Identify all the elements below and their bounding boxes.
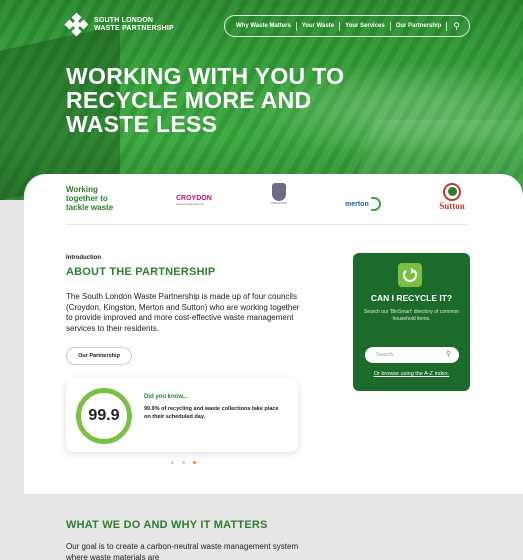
kingston-crest-icon: [272, 183, 286, 201]
merton-arc-icon: [370, 197, 381, 211]
did-you-know-title: Did you know...: [144, 394, 188, 400]
carousel-dot[interactable]: [171, 461, 174, 464]
recycle-icon: [398, 263, 422, 287]
did-you-know-text: 99.9% of recycling and waste collections…: [144, 406, 279, 420]
main-nav: Why Waste Matters Your Waste Your Servic…: [224, 15, 470, 37]
hero-banner: SOUTH LONDON WASTE PARTNERSHIP Why Waste…: [0, 0, 523, 200]
about-title: ABOUT THE PARTNERSHIP: [66, 266, 216, 278]
search-icon[interactable]: ⚲: [447, 21, 460, 32]
section-title: WHAT WE DO AND WHY IT MATTERS: [66, 519, 268, 531]
az-index-link[interactable]: Or browse using the A-Z index.: [353, 371, 470, 377]
site-logo[interactable]: SOUTH LONDON WASTE PARTNERSHIP: [64, 12, 174, 37]
stat-ring: 99.9: [76, 388, 132, 444]
nav-your-services[interactable]: Your Services: [340, 21, 391, 31]
recycle-search-box: CAN I RECYCLE IT? Search our 'BinSmart' …: [353, 253, 470, 391]
croydon-logo[interactable]: CROYDON www.croydon.gov.uk: [176, 195, 212, 206]
carousel-dot-active[interactable]: [193, 461, 196, 464]
stat-value: 99.9: [88, 407, 120, 424]
did-you-know-card: 99.9 Did you know... 99.9% of recycling …: [66, 378, 298, 452]
sutton-tree-icon: [443, 183, 461, 201]
partner-logos: Working together to tackle waste CROYDON…: [66, 183, 476, 223]
hero-title: WORKING WITH YOU TO RECYCLE MORE AND WAS…: [66, 63, 345, 137]
nav-why-waste-matters[interactable]: Why Waste Matters: [231, 21, 297, 31]
nav-our-partnership[interactable]: Our Partnership: [391, 21, 448, 31]
search-icon[interactable]: ⚲: [446, 347, 451, 363]
intro-label: Introduction: [66, 255, 101, 261]
logo-text: SOUTH LONDON WASTE PARTNERSHIP: [94, 17, 174, 32]
section-body: Our goal is to create a carbon-neutral w…: [66, 542, 299, 560]
merton-logo[interactable]: merton: [345, 197, 381, 211]
recycle-search-input[interactable]: Search ⚲: [365, 347, 459, 363]
logo-diamonds-icon: [64, 12, 89, 37]
recycle-title: CAN I RECYCLE IT?: [370, 293, 453, 303]
divider: [66, 224, 469, 225]
about-body: The South London Waste Partnership is ma…: [66, 292, 300, 333]
carousel-dot[interactable]: [182, 461, 185, 464]
recycle-subtitle: Search our 'BinSmart' directory of commo…: [364, 309, 459, 322]
nav-your-waste[interactable]: Your Waste: [297, 21, 341, 31]
partners-tagline: Working together to tackle waste: [66, 185, 114, 212]
sutton-logo[interactable]: Sutton: [435, 183, 469, 211]
carousel-dots: [171, 461, 196, 464]
our-partnership-button[interactable]: Our Partnership: [66, 347, 132, 365]
kingston-logo[interactable]: KINGSTON: [267, 183, 291, 205]
